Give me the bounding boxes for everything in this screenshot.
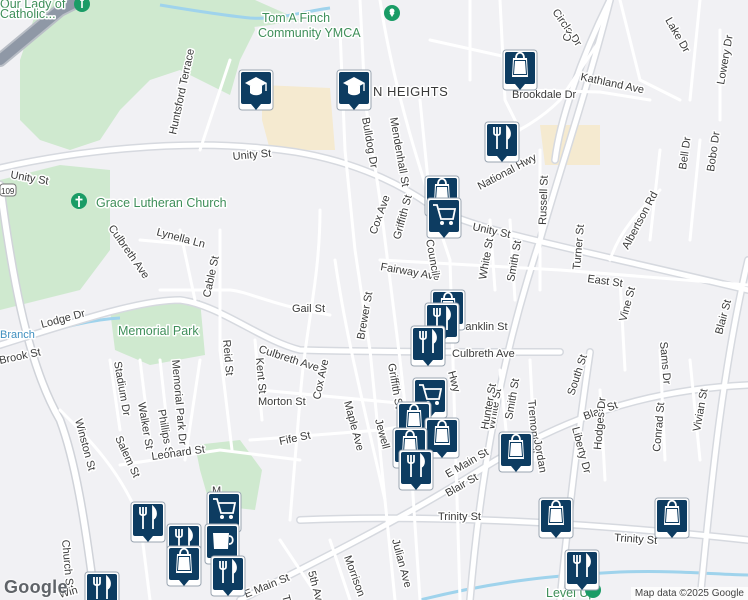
grace-lutheran-label: Grace Lutheran Church	[96, 196, 227, 210]
poi-pin	[84, 571, 120, 600]
label-trinity-st-west: Trinity St	[438, 511, 481, 523]
poi-marker-shopping[interactable]	[498, 431, 534, 473]
poi-pin	[398, 449, 434, 491]
label-brookdale-dr: Brookdale Dr	[512, 89, 577, 101]
poi-marker-school[interactable]	[238, 69, 274, 111]
ymca-marker[interactable]	[384, 5, 400, 21]
label-culbreth-ave-east: Culbreth Ave	[452, 348, 515, 360]
poi-pin	[484, 121, 520, 163]
poi-pin	[410, 325, 446, 367]
label-cr: Cr	[561, 29, 575, 43]
place-pin-icon	[389, 8, 395, 14]
poi-marker-restaurant[interactable]	[84, 571, 120, 600]
poi-pin	[210, 555, 246, 597]
ymca-label-line1: Tom A Finch	[262, 11, 330, 25]
label-morton-st: Morton St	[258, 396, 306, 408]
poi-marker-school[interactable]	[336, 69, 372, 111]
grace-lutheran-marker[interactable]	[71, 193, 87, 209]
poi-marker-shopping[interactable]	[166, 545, 202, 587]
poi-marker-restaurant[interactable]	[130, 501, 166, 543]
poi-marker-shopping[interactable]	[654, 497, 690, 539]
poi-pin	[130, 501, 166, 543]
ymca-label-line2: Community YMCA	[258, 26, 361, 40]
label-gail-st: Gail St	[292, 303, 325, 315]
label-russell-st: Russell St	[537, 175, 551, 225]
heights-label: N HEIGHTS	[373, 84, 448, 99]
map-canvas[interactable]: Unity St Unity St Unity St Lodge Dr Culb…	[0, 0, 748, 600]
poi-marker-shopping[interactable]	[502, 49, 538, 91]
route-shield-number: 109	[1, 187, 15, 196]
poi-marker-restaurant[interactable]	[410, 325, 446, 367]
memorial-park-label: Memorial Park	[118, 324, 199, 338]
poi-marker-restaurant[interactable]	[564, 549, 600, 591]
route-shield: 109	[0, 183, 17, 197]
map-attribution[interactable]: Map data ©2025 Google	[630, 587, 748, 600]
poi-pin	[564, 549, 600, 591]
google-logo: Google	[4, 577, 68, 597]
poi-marker-shopping[interactable]	[538, 497, 574, 539]
poi-marker-restaurant[interactable]	[484, 121, 520, 163]
poi-marker-grocery[interactable]	[426, 197, 462, 239]
poi-marker-restaurant[interactable]	[398, 449, 434, 491]
branch-label: Branch	[0, 329, 35, 341]
catholic-label-line2: Catholic...	[0, 7, 56, 21]
poi-pin	[426, 197, 462, 239]
poi-marker-restaurant[interactable]	[210, 555, 246, 597]
